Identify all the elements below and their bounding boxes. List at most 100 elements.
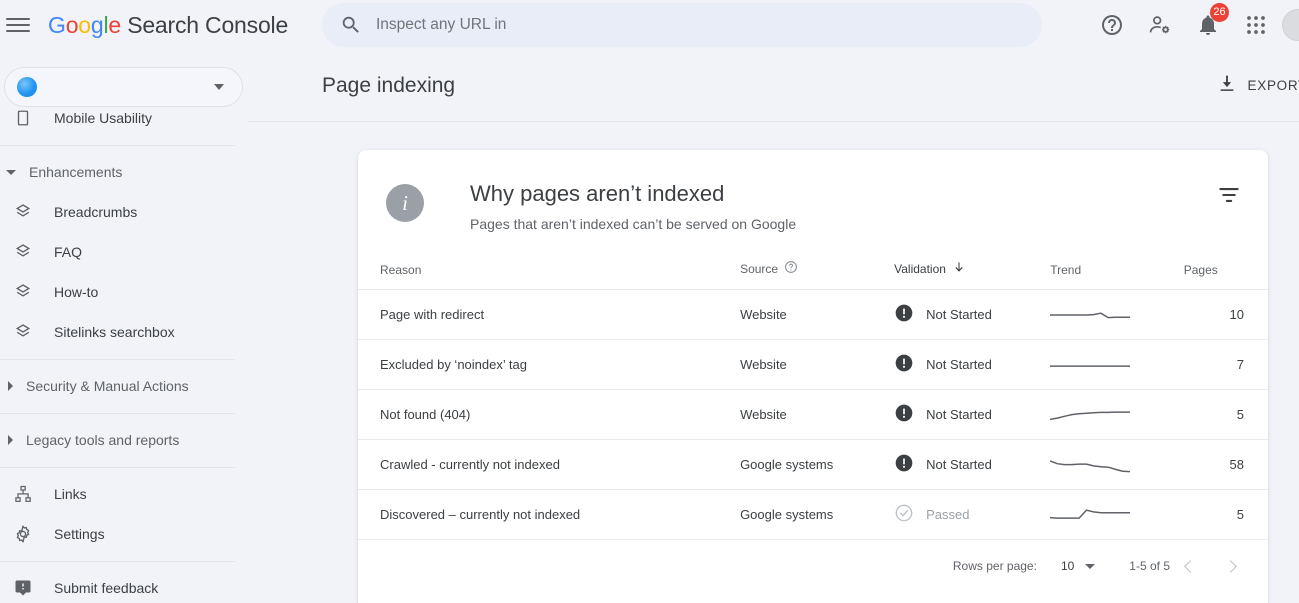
trend-sparkline — [1050, 508, 1131, 519]
trend-sparkline — [1050, 311, 1131, 318]
sitemap-links-icon — [12, 483, 34, 505]
account-settings-icon[interactable] — [1136, 1, 1184, 49]
chevron-down-icon — [214, 84, 224, 90]
hamburger-menu-icon[interactable] — [6, 13, 30, 37]
export-button-label: EXPORT — [1247, 78, 1299, 93]
table-row[interactable]: Page with redirect Website Not Started 10 — [358, 289, 1268, 340]
sidebar-group-enhancements[interactable]: Enhancements — [0, 152, 247, 192]
search-icon — [340, 14, 362, 36]
layers-diamond-icon — [12, 241, 34, 263]
help-circle-icon[interactable] — [784, 260, 798, 277]
validation-status-icon — [894, 503, 914, 526]
table-pagination: Rows per page: 10 1-5 of 5 — [358, 540, 1268, 592]
sidebar-divider — [0, 413, 235, 414]
cell-validation: Not Started — [894, 339, 1051, 390]
property-globe-icon — [17, 77, 37, 97]
sidebar-item-sitelinks-searchbox[interactable]: Sitelinks searchbox — [0, 312, 247, 352]
cell-source: Website — [740, 339, 895, 390]
sidebar-item-links[interactable]: Links — [0, 474, 247, 514]
cell-reason[interactable]: Discovered – currently not indexed — [358, 489, 741, 540]
column-header-source[interactable]: Source — [740, 260, 895, 290]
search-input[interactable] — [374, 5, 1014, 45]
column-header-pages[interactable]: Pages — [1183, 260, 1268, 290]
sidebar-item-faq[interactable]: FAQ — [0, 232, 247, 272]
chevron-left-icon — [1183, 559, 1197, 573]
validation-status-label: Not Started — [926, 407, 992, 422]
notification-count-badge: 26 — [1210, 3, 1229, 22]
card-subtitle: Pages that aren’t indexed can’t be serve… — [470, 216, 797, 232]
sidebar-group-label: Enhancements — [29, 164, 123, 180]
logo-letter-e: e — [108, 11, 121, 38]
cell-source: Website — [740, 289, 895, 340]
column-header-label: Source — [740, 261, 779, 276]
table-row[interactable]: Excluded by ‘noindex’ tag Website Not Star… — [358, 339, 1268, 390]
validation-status-icon — [894, 303, 914, 326]
sidebar-divider — [0, 561, 235, 562]
rows-per-page-value[interactable]: 10 — [1037, 559, 1074, 573]
feedback-icon — [12, 577, 34, 599]
validation-status-label: Passed — [926, 507, 970, 522]
sidebar-group-legacy-tools[interactable]: Legacy tools and reports — [0, 420, 247, 460]
chevron-down-icon[interactable] — [1085, 563, 1096, 569]
mobile-device-icon — [12, 107, 34, 129]
sidebar-item-settings[interactable]: Settings — [0, 514, 247, 554]
cell-pages: 5 — [1183, 489, 1268, 540]
avatar[interactable] — [1282, 9, 1299, 41]
validation-status-label: Not Started — [926, 357, 992, 372]
sidebar-group-security-manual-actions[interactable]: Security & Manual Actions — [0, 366, 247, 406]
cell-pages: 7 — [1183, 339, 1268, 390]
sidebar-item-submit-feedback[interactable]: Submit feedback — [0, 568, 247, 603]
filter-funnel-icon[interactable] — [1216, 182, 1242, 208]
sidebar-nav-list: Mobile Usability Enhancements Breadcrumb… — [0, 98, 247, 603]
cell-pages: 10 — [1183, 289, 1268, 340]
column-header-label: Pages — [1183, 263, 1218, 277]
cell-source: Google systems — [740, 489, 895, 540]
trend-sparkline — [1050, 459, 1131, 472]
column-header-label: Validation — [894, 261, 946, 276]
cell-reason[interactable]: Crawled - currently not indexed — [358, 439, 741, 490]
trend-sparkline — [1050, 410, 1131, 420]
validation-status-icon — [894, 353, 914, 376]
cell-reason[interactable]: Not found (404) — [358, 389, 741, 440]
download-icon — [1216, 72, 1238, 99]
sidebar-divider — [0, 467, 235, 468]
logo-letter-g: G — [48, 11, 66, 38]
sidebar-group-label: Legacy tools and reports — [26, 432, 180, 448]
logo-letter-g2: g — [90, 11, 104, 38]
next-page-button[interactable] — [1210, 546, 1250, 586]
info-circle-icon: i — [386, 184, 424, 222]
help-icon[interactable] — [1088, 1, 1136, 49]
chevron-down-icon — [6, 169, 16, 175]
url-inspection-search-bar[interactable] — [322, 3, 1042, 47]
google-apps-grid-icon[interactable] — [1232, 1, 1280, 49]
cell-pages: 58 — [1183, 439, 1268, 490]
notifications-bell-icon[interactable]: 26 — [1184, 1, 1232, 49]
column-header-validation[interactable]: Validation — [894, 260, 1051, 290]
sidebar-item-label: FAQ — [54, 244, 83, 260]
sidebar-item-how-to[interactable]: How-to — [0, 272, 247, 312]
validation-status-icon — [894, 453, 914, 476]
table-row[interactable]: Crawled - currently not indexed Google sy… — [358, 439, 1268, 490]
table-row[interactable]: Not found (404) Website Not Started 5 — [358, 389, 1268, 440]
cell-validation: Not Started — [894, 439, 1051, 490]
sidebar-divider — [0, 145, 235, 146]
export-button[interactable]: EXPORT — [1216, 72, 1299, 99]
cell-trend — [1050, 389, 1184, 440]
table-row[interactable]: Discovered – currently not indexed Google… — [358, 489, 1268, 540]
sidebar-item-breadcrumbs[interactable]: Breadcrumbs — [0, 192, 247, 232]
sidebar-item-label: Breadcrumbs — [54, 204, 138, 220]
cell-trend — [1050, 489, 1184, 540]
cell-reason[interactable]: Page with redirect — [358, 289, 741, 340]
card-title: Why pages aren’t indexed — [470, 181, 725, 206]
column-header-reason[interactable]: Reason — [358, 260, 741, 290]
previous-page-button[interactable] — [1170, 546, 1210, 586]
property-selector[interactable] — [4, 67, 243, 107]
cell-validation: Not Started — [894, 389, 1051, 440]
main-content: Page indexing EXPORT i Why pages aren’t … — [247, 50, 1299, 603]
cell-validation: Passed — [894, 489, 1051, 540]
column-header-label: Trend — [1050, 263, 1082, 277]
page-title: Page indexing — [322, 73, 456, 97]
cell-reason[interactable]: Excluded by ‘noindex’ tag — [358, 339, 741, 390]
cell-pages: 5 — [1183, 389, 1268, 440]
sidebar: Mobile Usability Enhancements Breadcrumb… — [0, 50, 247, 603]
